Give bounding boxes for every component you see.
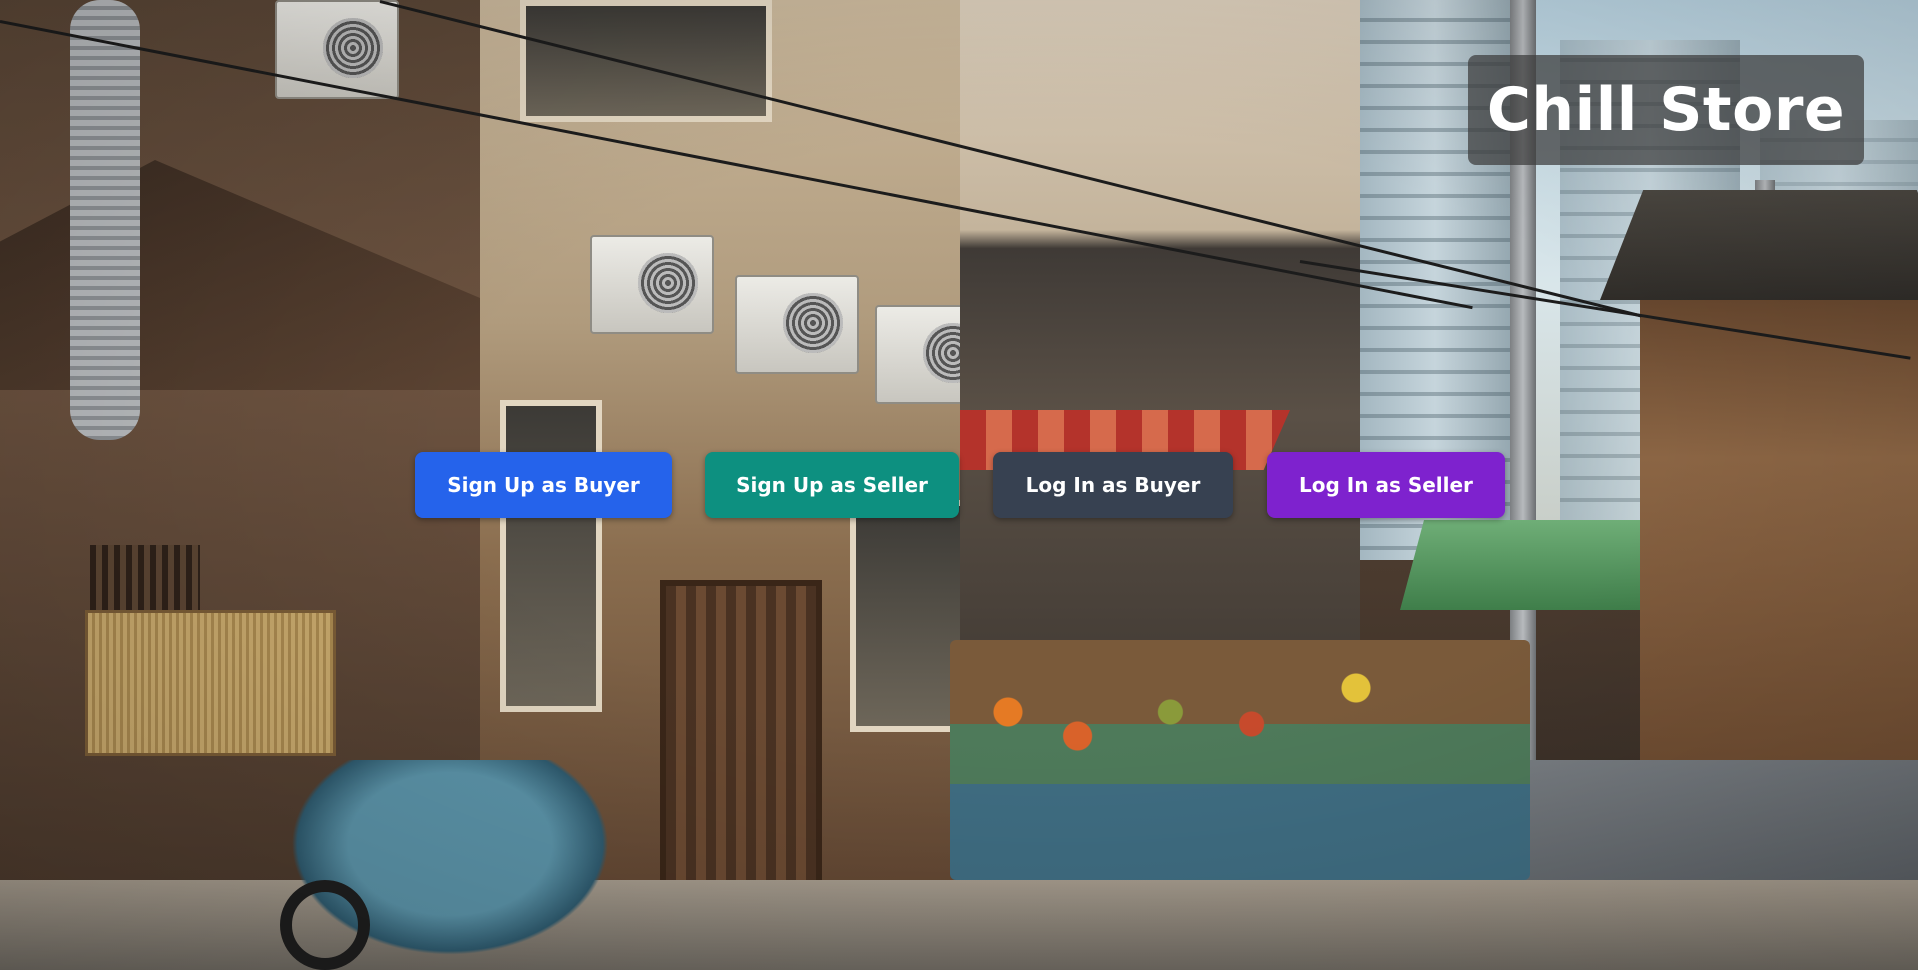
sign-up-seller-button[interactable]: Sign Up as Seller (705, 452, 959, 518)
log-in-buyer-button[interactable]: Log In as Buyer (993, 452, 1233, 518)
log-in-seller-button[interactable]: Log In as Seller (1267, 452, 1505, 518)
sign-up-buyer-button[interactable]: Sign Up as Buyer (415, 452, 672, 518)
landing-page: Chill Store Sign Up as Buyer Sign Up as … (0, 0, 1918, 970)
app-title: Chill Store (1486, 75, 1846, 145)
app-title-banner: Chill Store (1468, 55, 1864, 165)
